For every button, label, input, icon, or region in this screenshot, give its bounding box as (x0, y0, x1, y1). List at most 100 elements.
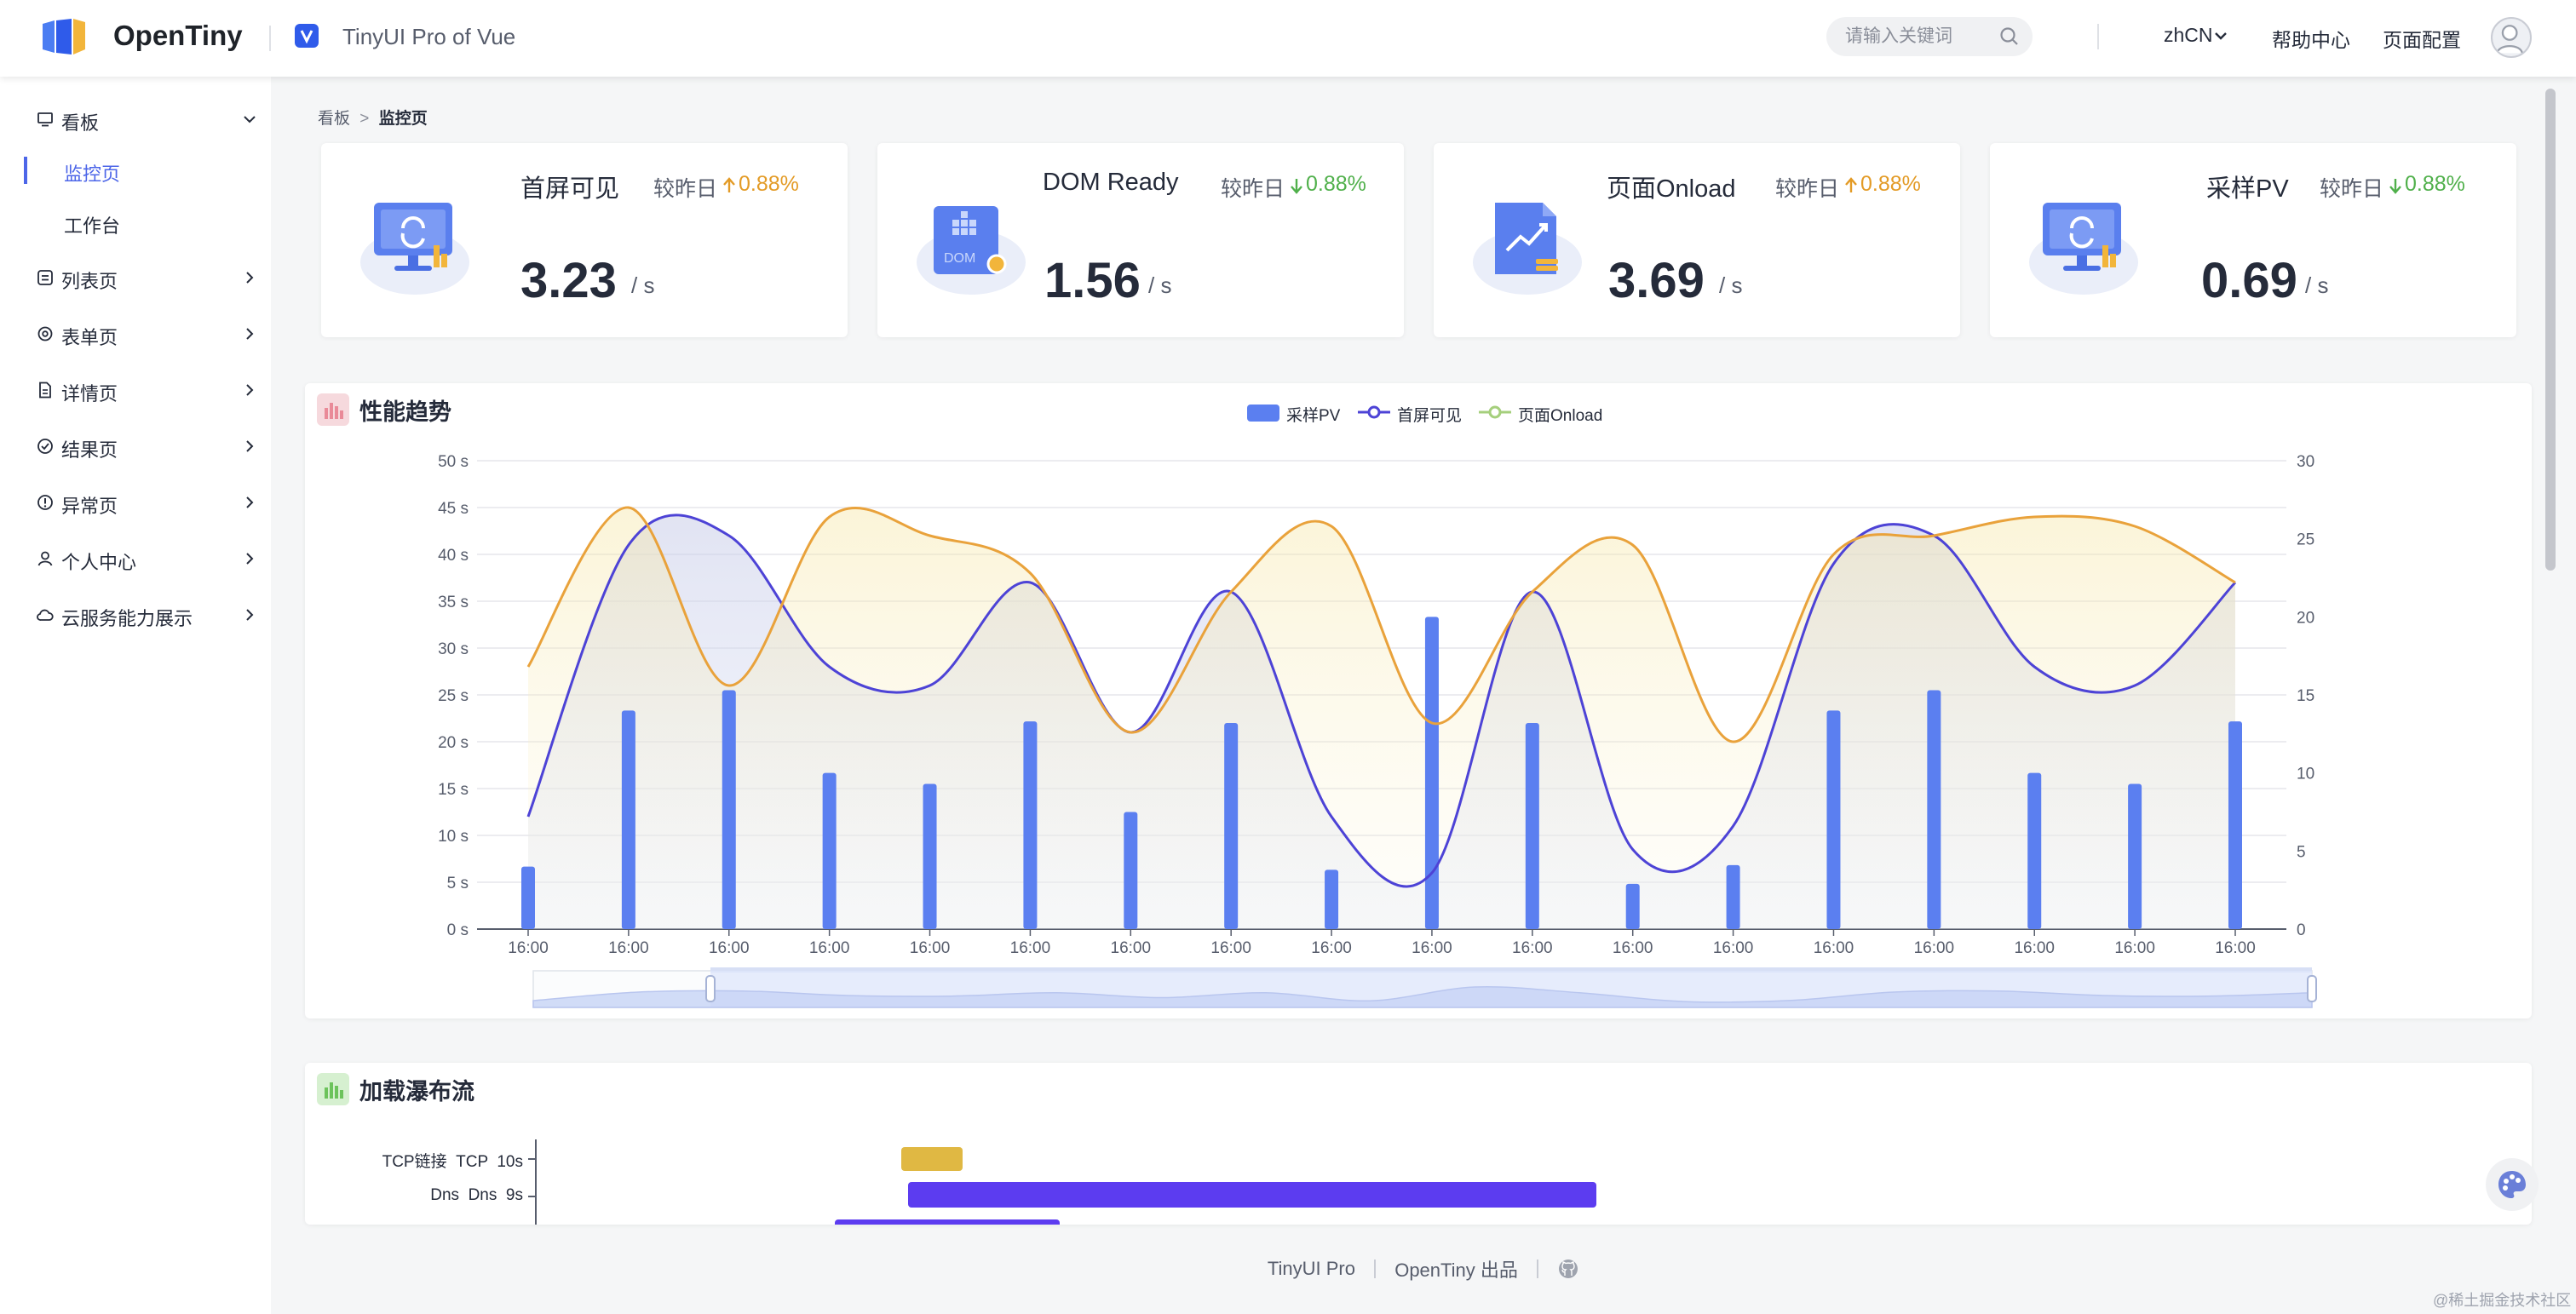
bar-sample-pv[interactable] (722, 690, 736, 930)
loading-waterfall-panel: 加载瀑布流 TCP链接 TCP 10s Dns Dns 9s (305, 1063, 2532, 1225)
bar-sample-pv[interactable] (621, 710, 635, 929)
waterfall-bar-dns[interactable] (908, 1182, 1596, 1208)
monitor-icon (37, 112, 53, 127)
footer: TinyUI Pro OpenTiny 出品 (271, 1255, 2576, 1282)
footer-opentiny-link[interactable]: OpenTiny 出品 (1394, 1259, 1518, 1281)
arrow-up-icon (1845, 177, 1857, 192)
language-select[interactable]: zhCN (2164, 24, 2213, 47)
sidebar-item-form[interactable]: 表单页 (0, 310, 271, 358)
card-compare-label: 较昨日 (1221, 177, 1285, 201)
sidebar-item-cloud[interactable]: 云服务能力展示 (0, 591, 271, 639)
sidebar-item-detail[interactable]: 详情页 (0, 366, 271, 414)
stat-card-page-onload: 页面Onload 较昨日 0.88% 3.69 / s (1434, 143, 1960, 337)
arrow-up-icon (723, 177, 735, 192)
bar-sample-pv[interactable] (822, 772, 837, 929)
sidebar-item-workbench[interactable]: 工作台 (0, 198, 271, 246)
sidebar-item-label: 详情页 (61, 383, 118, 405)
bar-sample-pv[interactable] (1625, 883, 1640, 929)
help-center-link[interactable]: 帮助中心 (2272, 24, 2350, 53)
breadcrumb-root[interactable]: 看板 (318, 110, 350, 128)
tinyui-logo-icon (295, 24, 319, 48)
waterfall-bar-tcp[interactable] (901, 1147, 963, 1171)
brand-name[interactable]: OpenTiny (113, 20, 243, 52)
bar-sample-pv[interactable] (1124, 812, 1138, 930)
bar-sample-pv[interactable] (2027, 772, 2042, 929)
card-compare-label: 较昨日 (653, 177, 718, 201)
search-input[interactable] (1845, 17, 1990, 56)
sidebar-item-result[interactable]: 结果页 (0, 422, 271, 470)
card-compare-label: 较昨日 (2320, 177, 2384, 201)
chevron-down-icon[interactable] (240, 110, 259, 129)
bar-sample-pv[interactable] (2228, 721, 2242, 929)
chevron-right-icon[interactable] (240, 549, 259, 568)
chevron-right-icon[interactable] (240, 605, 259, 624)
user-avatar[interactable] (2491, 17, 2532, 58)
card-unit: / s (1719, 273, 1743, 298)
x-tick-label: 16:00 (608, 939, 649, 957)
y-left-tick-label: 0 s (447, 921, 469, 939)
theme-settings-button[interactable] (2486, 1158, 2539, 1211)
x-tick-label: 16:00 (1914, 939, 1955, 957)
x-tick-label: 16:00 (1814, 939, 1854, 957)
bar-sample-pv[interactable] (1325, 869, 1339, 929)
header-divider (269, 26, 271, 51)
footer-divider (1374, 1259, 1377, 1278)
bar-sample-pv[interactable] (1726, 864, 1740, 929)
github-icon[interactable] (1557, 1258, 1579, 1280)
bar-sample-pv[interactable] (1927, 690, 1941, 930)
chevron-down-icon[interactable] (2212, 27, 2229, 44)
card-change: 0.88% (2405, 172, 2465, 196)
opentiny-logo-icon[interactable] (39, 15, 89, 56)
data-zoom-handle-right[interactable] (2307, 975, 2317, 1002)
bar-sample-pv[interactable] (2128, 783, 2142, 930)
chevron-right-icon[interactable] (240, 381, 259, 399)
footer-tinyui-link[interactable]: TinyUI Pro (1268, 1258, 1355, 1279)
card-title: 采样PV (2206, 175, 2289, 203)
header-divider (2097, 24, 2099, 49)
card-change: 0.88% (1306, 172, 1366, 196)
card-unit: / s (631, 273, 655, 298)
sidebar-item-dashboard[interactable]: 看板 (0, 95, 271, 143)
y-left-tick-label: 5 s (447, 875, 469, 892)
bar-sample-pv[interactable] (1023, 721, 1038, 929)
x-tick-label: 16:00 (910, 939, 951, 957)
sidebar-item-personal[interactable]: 个人中心 (0, 535, 271, 582)
sidebar-item-exception[interactable]: 异常页 (0, 479, 271, 526)
y-left-tick-label: 15 s (438, 781, 469, 799)
chevron-right-icon[interactable] (240, 437, 259, 456)
card-unit: / s (1148, 273, 1172, 298)
bar-sample-pv[interactable] (1826, 710, 1841, 929)
bar-sample-pv[interactable] (923, 783, 937, 930)
chevron-right-icon[interactable] (240, 268, 259, 287)
y-left-tick-label: 40 s (438, 547, 469, 565)
user-icon (37, 551, 53, 566)
bar-sample-pv[interactable] (521, 866, 535, 929)
sidebar-item-monitor[interactable]: 监控页 (0, 146, 271, 194)
y-left-tick-label: 20 s (438, 734, 469, 752)
card-change: 0.88% (1860, 172, 1921, 196)
y-left-tick-label: 45 s (438, 500, 469, 518)
card-value: 3.23 (520, 253, 617, 308)
card-value: 3.69 (1608, 253, 1705, 308)
panel-title: 加载瀑布流 (359, 1079, 474, 1105)
bar-sample-pv[interactable] (1424, 617, 1439, 929)
x-tick-label: 16:00 (709, 939, 750, 957)
card-title: DOM Ready (1043, 169, 1179, 196)
y-right-tick-label: 25 (2297, 531, 2314, 549)
search-box[interactable] (1826, 17, 2033, 56)
alert-icon (37, 495, 53, 510)
chevron-right-icon[interactable] (240, 324, 259, 343)
chevron-right-icon[interactable] (240, 493, 259, 512)
monitor-illustration-icon (360, 203, 469, 295)
page-config-link[interactable]: 页面配置 (2383, 24, 2461, 53)
bar-chart-icon (317, 1073, 349, 1105)
bar-sample-pv[interactable] (1224, 723, 1239, 929)
sidebar-item-list[interactable]: 列表页 (0, 254, 271, 301)
waterfall-bar[interactable] (835, 1219, 1060, 1225)
bar-sample-pv[interactable] (1525, 723, 1539, 929)
sidebar-item-label: 云服务能力展示 (61, 608, 193, 629)
breadcrumb-separator: > (359, 110, 370, 128)
page-scrollbar[interactable] (2545, 89, 2556, 571)
search-icon[interactable] (1998, 26, 2021, 48)
data-zoom-handle-left[interactable] (705, 975, 716, 1002)
